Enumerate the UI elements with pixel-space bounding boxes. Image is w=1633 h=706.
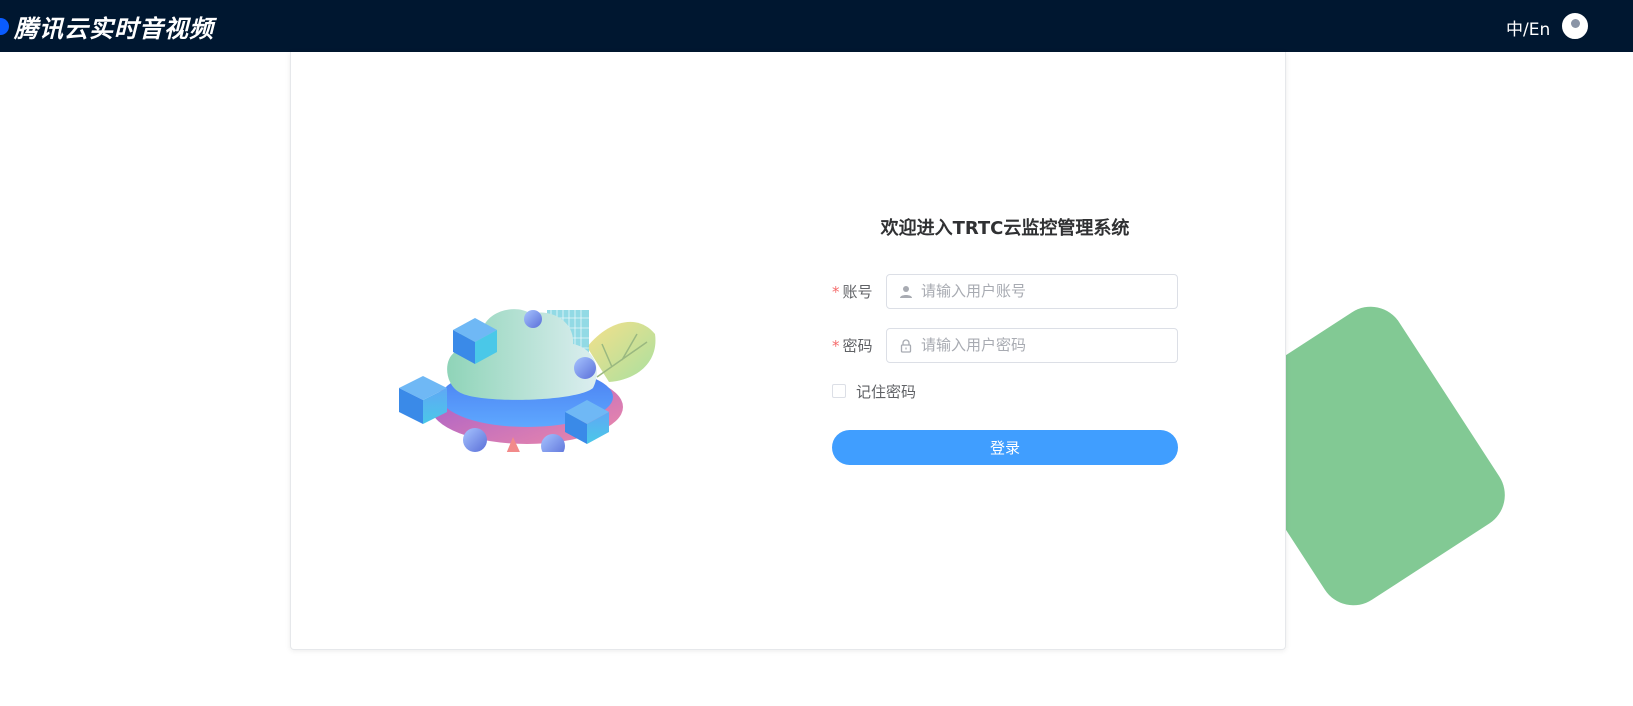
language-switch[interactable]: 中/En	[1506, 15, 1550, 40]
account-label: * 账号	[832, 281, 886, 302]
remember-checkbox[interactable]	[832, 384, 846, 398]
login-form: 欢迎进入TRTC云监控管理系统 *账号 *密码	[832, 214, 1178, 465]
account-row: * 账号	[832, 273, 1178, 309]
password-label: * 密码	[832, 335, 886, 356]
account-input[interactable]	[921, 274, 1171, 308]
brand[interactable]: 腾讯云实时音视频	[0, 8, 214, 44]
login-button[interactable]: 登录	[832, 430, 1178, 465]
remember-label: 记住密码	[856, 382, 917, 401]
password-row: * 密码	[832, 327, 1178, 363]
required-mark: *	[832, 282, 840, 301]
account-field[interactable]	[886, 273, 1178, 309]
login-title: 欢迎进入TRTC云监控管理系统	[880, 218, 1130, 239]
brand-title: 腾讯云实时音视频	[14, 14, 214, 43]
required-mark: *	[832, 336, 840, 355]
tencent-cloud-logo-icon	[0, 17, 9, 35]
lock-icon	[900, 338, 912, 353]
login-card: 欢迎进入TRTC云监控管理系统 *账号 *密码	[290, 52, 1286, 650]
user-avatar-icon[interactable]	[1560, 11, 1590, 41]
password-field[interactable]	[886, 327, 1178, 363]
cloud-network-illustration-icon	[399, 309, 656, 452]
remember-password[interactable]: 记住密码	[832, 381, 1178, 401]
account-label-text: 账号	[842, 282, 873, 301]
password-label-text: 密码	[842, 336, 873, 355]
user-icon	[900, 285, 912, 298]
top-navigation-bar: 腾讯云实时音视频 中/En	[0, 0, 1633, 52]
password-input[interactable]	[921, 328, 1171, 362]
